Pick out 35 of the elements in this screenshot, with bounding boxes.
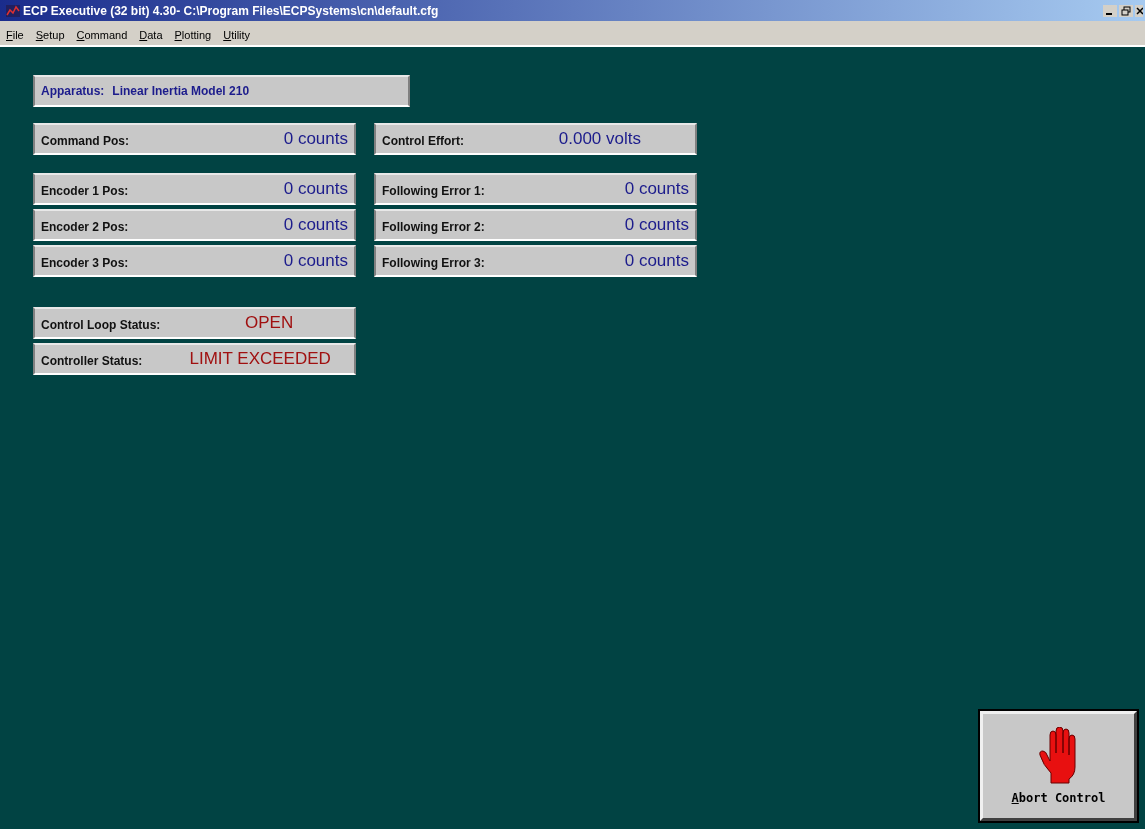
- readout-label: Control Effort:: [382, 134, 464, 150]
- menu-item[interactable]: Utility: [223, 29, 251, 41]
- readout-label: Command Pos:: [41, 134, 129, 150]
- readout-label: Following Error 1:: [382, 184, 485, 200]
- readout-value: 0.000 volts: [558, 129, 641, 149]
- readout-value: 0 counts: [283, 129, 348, 149]
- readout-value: 0 counts: [624, 215, 689, 235]
- abort-button[interactable]: Abort Control: [980, 711, 1137, 821]
- status-value: OPEN: [244, 313, 295, 333]
- readout-value: 0 counts: [624, 251, 689, 271]
- menu-item[interactable]: Plotting: [174, 29, 212, 41]
- minimize-icon[interactable]: [1103, 4, 1117, 17]
- menu-item[interactable]: Setup: [35, 29, 65, 41]
- menu-item[interactable]: Data: [139, 29, 163, 41]
- readout-label: Following Error 2:: [382, 220, 485, 236]
- app-icon: [6, 4, 20, 17]
- readout-label: Encoder 2 Pos:: [41, 220, 129, 236]
- status-label: Control Loop Status:: [41, 318, 161, 334]
- status-value: LIMIT EXCEEDED: [188, 349, 332, 369]
- readout-value: 0 counts: [283, 179, 348, 199]
- close-icon[interactable]: [1135, 4, 1143, 17]
- readout-value: 0 counts: [283, 215, 348, 235]
- apparatus-value: Linear Inertia Model 210: [112, 84, 250, 98]
- readout-label: Following Error 3:: [382, 256, 485, 272]
- menu-item[interactable]: Command: [76, 29, 128, 41]
- window-title: ECP Executive (32 bit) 4.30- C:\Program Files\ECPSystems\cn\default.cfg: [23, 3, 440, 18]
- hand-icon: [1038, 727, 1079, 785]
- menu-item[interactable]: File: [6, 29, 24, 41]
- restore-icon[interactable]: [1119, 4, 1133, 17]
- readout-label: Encoder 1 Pos:: [41, 184, 129, 200]
- readout-label: Encoder 3 Pos:: [41, 256, 129, 272]
- readout-value: 0 counts: [624, 179, 689, 199]
- status-label: Controller Status:: [41, 354, 143, 370]
- apparatus-label: Apparatus:: [41, 84, 105, 98]
- readout-value: 0 counts: [283, 251, 348, 271]
